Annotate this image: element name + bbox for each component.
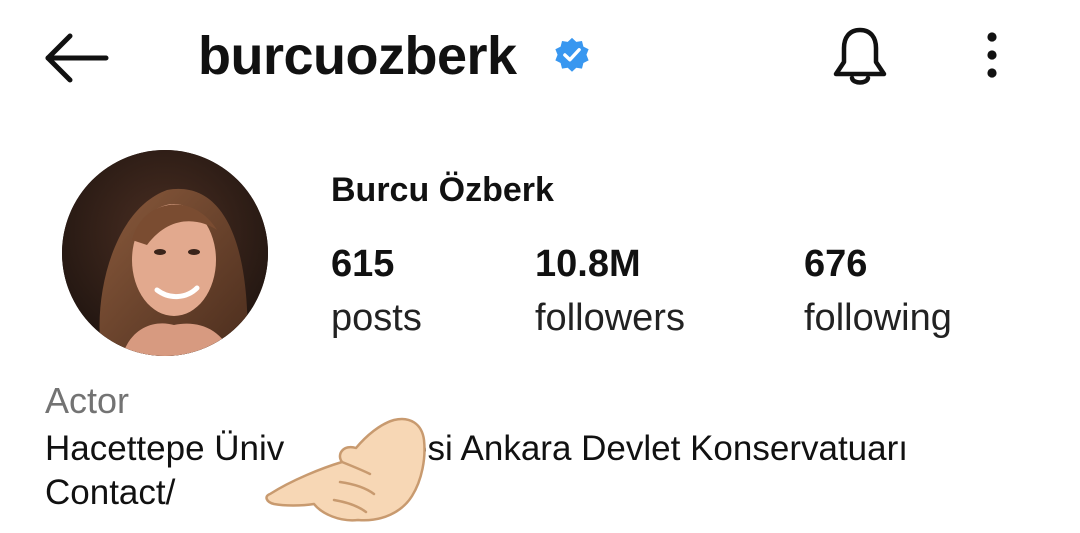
bio-line-2: Contact/ [45, 473, 176, 512]
notifications-bell-button[interactable] [830, 24, 890, 88]
bio-line-1-start: Hacettepe Üniv [45, 429, 285, 468]
followers-count[interactable]: 10.8M [535, 240, 641, 288]
posts-count[interactable]: 615 [331, 240, 394, 288]
more-vertical-icon [987, 32, 997, 78]
profile-username: burcuozberk [198, 26, 517, 86]
bell-icon [833, 27, 887, 85]
arrow-left-icon [45, 33, 109, 83]
following-label[interactable]: following [804, 294, 952, 342]
profile-photo [62, 150, 268, 356]
profile-avatar[interactable] [62, 150, 268, 356]
profile-full-name: Burcu Özberk [331, 171, 554, 209]
back-button[interactable] [40, 30, 112, 86]
bio-line-1-end: esi Ankara Devlet Konservatuarı [408, 429, 908, 468]
following-count[interactable]: 676 [804, 240, 867, 288]
profile-category: Actor [45, 380, 130, 421]
followers-label[interactable]: followers [535, 294, 685, 342]
posts-label[interactable]: posts [331, 294, 422, 342]
pointing-hand-emoji-icon [262, 410, 434, 528]
verified-badge-icon [553, 36, 591, 74]
more-options-button[interactable] [978, 30, 1006, 82]
